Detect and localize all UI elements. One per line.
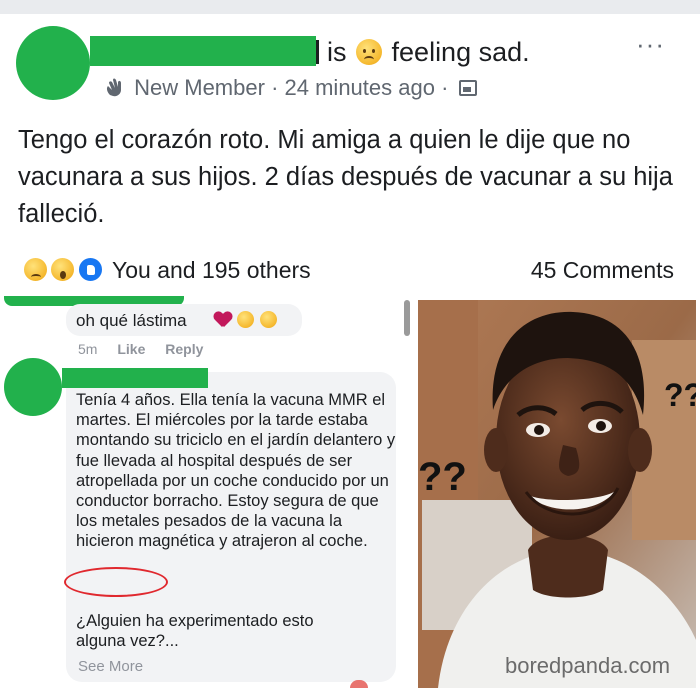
post-meta: New Member · 24 minutes ago · bbox=[104, 74, 477, 102]
sad-face-icon bbox=[356, 39, 383, 65]
see-more-link[interactable]: See More bbox=[78, 657, 143, 677]
reaction-summary[interactable]: You and 195 others bbox=[112, 256, 311, 284]
more-options-button[interactable]: ··· bbox=[636, 31, 665, 57]
status-feeling: feeling sad. bbox=[391, 37, 530, 67]
avatar[interactable] bbox=[16, 26, 90, 100]
left-question-marks: ?? bbox=[418, 455, 467, 499]
avatar[interactable] bbox=[4, 358, 62, 416]
post-timestamp[interactable]: 24 minutes ago bbox=[285, 75, 435, 100]
red-circle-annotation bbox=[64, 567, 168, 597]
comment-text: Tenía 4 años. Ella tenía la vacuna MMR e… bbox=[76, 391, 396, 551]
meta-separator-2: · bbox=[441, 75, 449, 100]
text-cursor bbox=[316, 40, 319, 64]
redacted-name[interactable] bbox=[62, 368, 208, 388]
comment-text: oh qué lástima bbox=[76, 311, 187, 330]
watermark: boredpanda.com bbox=[505, 653, 671, 678]
audience-icon[interactable] bbox=[458, 80, 477, 96]
post-body: Tengo el corazón roto. Mi amiga a quien … bbox=[18, 126, 673, 228]
top-strip bbox=[0, 0, 700, 14]
sad-reaction-icon bbox=[22, 256, 49, 283]
status-prefix: is bbox=[327, 37, 347, 67]
confused-man-illustration: ?? ?? bbox=[418, 300, 696, 688]
meta-separator: · bbox=[271, 75, 279, 100]
sad-face-icon bbox=[237, 311, 255, 329]
post-header: is feeling sad. bbox=[327, 34, 530, 70]
comment-meta: 5m Like Reply bbox=[78, 340, 203, 358]
like-reaction-icon bbox=[76, 256, 104, 283]
reaction-icons[interactable] bbox=[22, 256, 104, 284]
like-link[interactable]: Like bbox=[117, 341, 145, 357]
comments-count[interactable]: 45 Comments bbox=[531, 256, 674, 284]
comment-time: 5m bbox=[78, 341, 98, 357]
right-question-marks: ?? bbox=[664, 377, 696, 413]
member-badge: New Member bbox=[134, 75, 265, 100]
reaction-icon-partial bbox=[350, 680, 368, 688]
meme-photo: ?? ?? bbox=[418, 300, 696, 688]
reply-link[interactable]: Reply bbox=[165, 341, 203, 357]
scrollbar[interactable] bbox=[404, 300, 410, 336]
sad-face-icon bbox=[259, 311, 277, 329]
wow-reaction-icon bbox=[49, 256, 77, 283]
broken-heart-icon bbox=[214, 312, 232, 328]
comment-reactions[interactable] bbox=[214, 311, 277, 329]
redacted-name[interactable] bbox=[90, 36, 316, 66]
waving-hand-icon bbox=[106, 78, 121, 97]
comment-question: ¿Alguien ha experimentado esto alguna ve… bbox=[76, 612, 314, 651]
